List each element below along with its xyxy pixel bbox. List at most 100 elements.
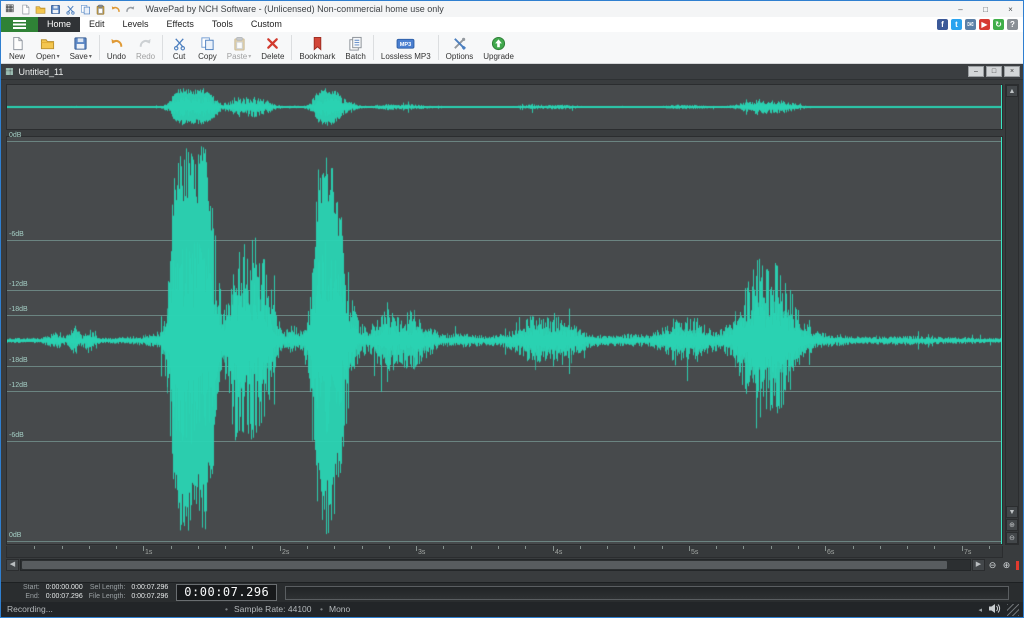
waveform-overview[interactable]: [6, 84, 1003, 130]
timeline-label: 3s: [418, 549, 425, 556]
timeline-tick: [662, 546, 663, 549]
tab-home[interactable]: Home: [38, 17, 80, 32]
file-length-label: File Length:: [89, 593, 126, 601]
playback-cursor: [1001, 137, 1002, 544]
cut-icon[interactable]: [64, 3, 76, 15]
open-file-icon[interactable]: [34, 3, 46, 15]
tab-tools[interactable]: Tools: [203, 17, 242, 32]
undo-icon: [109, 35, 124, 52]
time-display: 0:00:07.296: [176, 584, 277, 601]
separator-dot: •: [225, 604, 228, 614]
timeline-tick: [716, 546, 717, 549]
scroll-up-button[interactable]: ▲: [1006, 85, 1018, 97]
speaker-icon[interactable]: [988, 603, 1001, 616]
ribbon-tab-bar: HomeEditLevelsEffectsToolsCustom ft✉▶↻?: [1, 17, 1023, 32]
open-button[interactable]: Open▾: [31, 32, 65, 63]
copy-button[interactable]: Copy: [193, 32, 222, 63]
options-icon: [452, 35, 467, 52]
timeline-tick: [934, 546, 935, 549]
overview-canvas[interactable]: [7, 85, 1002, 129]
vertical-zoom-in-button[interactable]: ⊕: [1006, 519, 1018, 531]
lossless-mp3-button[interactable]: MP3Lossless MP3: [376, 32, 436, 63]
doc-minimize-button[interactable]: –: [968, 66, 984, 77]
minimize-button[interactable]: –: [948, 1, 973, 17]
twitter-icon[interactable]: t: [951, 19, 962, 30]
new-file-icon[interactable]: [19, 3, 31, 15]
ribbon-button-label: Bookmark: [299, 52, 335, 61]
collapse-arrow-icon[interactable]: ◂: [978, 606, 982, 614]
save-button[interactable]: Save▾: [65, 32, 97, 63]
undo-icon[interactable]: [109, 3, 121, 15]
floppy-icon: [73, 35, 88, 52]
help-icon[interactable]: ?: [1007, 19, 1018, 30]
timeline-label: 6s: [827, 549, 834, 556]
cut-button[interactable]: Cut: [165, 32, 193, 63]
save-icon[interactable]: [49, 3, 61, 15]
timeline-label: 7s: [964, 549, 971, 556]
tab-levels[interactable]: Levels: [114, 17, 158, 32]
end-label: End:: [23, 593, 40, 601]
sample-rate-text: Sample Rate: 44100: [234, 604, 312, 614]
view-options-toolbar: [6, 571, 7, 582]
scroll-left-button[interactable]: ◀: [6, 559, 19, 571]
timeline-tick: [580, 546, 581, 549]
ribbon-tabs: HomeEditLevelsEffectsToolsCustom: [38, 17, 291, 32]
undo-button[interactable]: Undo: [102, 32, 131, 63]
tab-effects[interactable]: Effects: [158, 17, 203, 32]
delete-button[interactable]: Delete: [256, 32, 289, 63]
refresh-icon[interactable]: ↻: [993, 19, 1004, 30]
ribbon-button-label: Delete: [261, 52, 284, 61]
scroll-down-button[interactable]: ▼: [1006, 506, 1018, 518]
waveform-canvas[interactable]: [7, 137, 1002, 544]
zoom-in-button[interactable]: ⊕: [1000, 559, 1013, 571]
ribbon-button-label: Paste▾: [227, 52, 251, 61]
tab-edit[interactable]: Edit: [80, 17, 114, 32]
timeline-ruler[interactable]: 1s2s3s4s5s6s7s: [6, 546, 1003, 558]
scroll-right-button[interactable]: ▶: [972, 559, 985, 571]
email-icon[interactable]: ✉: [965, 19, 976, 30]
ribbon-separator: [162, 35, 163, 60]
batch-button[interactable]: Batch: [340, 32, 370, 63]
timeline-tick: [225, 546, 226, 549]
timeline-tick: [334, 546, 335, 549]
ribbon-button-label: Lossless MP3: [381, 52, 431, 61]
upgrade-button[interactable]: Upgrade: [478, 32, 519, 63]
close-button[interactable]: ×: [998, 1, 1023, 17]
menu-button[interactable]: [1, 17, 38, 32]
vertical-zoom-out-button[interactable]: ⊖: [1006, 532, 1018, 544]
zoom-out-button[interactable]: ⊖: [986, 559, 999, 571]
timeline-tick: [307, 546, 308, 549]
bookmark-icon: [310, 35, 325, 52]
facebook-icon[interactable]: f: [937, 19, 948, 30]
doc-close-button[interactable]: ×: [1004, 66, 1020, 77]
timeline-tick: [62, 546, 63, 549]
batch-icon: [348, 35, 363, 52]
resize-grip[interactable]: [1007, 604, 1019, 616]
maximize-button[interactable]: □: [973, 1, 998, 17]
record-position-indicator: [1016, 561, 1019, 570]
document-title: Untitled_11: [19, 67, 968, 77]
dropdown-arrow-icon: ▾: [57, 53, 60, 60]
timeline-tick: [880, 546, 881, 549]
options-button[interactable]: Options: [441, 32, 479, 63]
timeline-tick: [116, 546, 117, 549]
tab-custom[interactable]: Custom: [242, 17, 291, 32]
app-icon: ▦: [5, 4, 14, 14]
new-button[interactable]: New: [3, 32, 31, 63]
start-label: Start:: [23, 584, 40, 592]
ribbon-toolbar: NewOpen▾Save▾UndoRedoCutCopyPaste▾Delete…: [1, 32, 1023, 64]
youtube-icon[interactable]: ▶: [979, 19, 990, 30]
scrollbar-track[interactable]: [20, 559, 971, 571]
timeline-tick: [280, 546, 281, 551]
doc-maximize-button[interactable]: □: [986, 66, 1002, 77]
document-titlebar: ▦ Untitled_11 –□×: [1, 64, 1023, 80]
scrollbar-thumb[interactable]: [22, 561, 947, 569]
paste-icon[interactable]: [94, 3, 106, 15]
redo-icon[interactable]: [124, 3, 136, 15]
bookmark-button[interactable]: Bookmark: [294, 32, 340, 63]
timeline-tick: [143, 546, 144, 551]
timeline-tick: [743, 546, 744, 549]
copy-icon[interactable]: [79, 3, 91, 15]
timeline-tick: [443, 546, 444, 549]
waveform-editor[interactable]: 0dB0dB-6dB-6dB-12dB-12dB-18dB-18dB: [6, 136, 1003, 545]
